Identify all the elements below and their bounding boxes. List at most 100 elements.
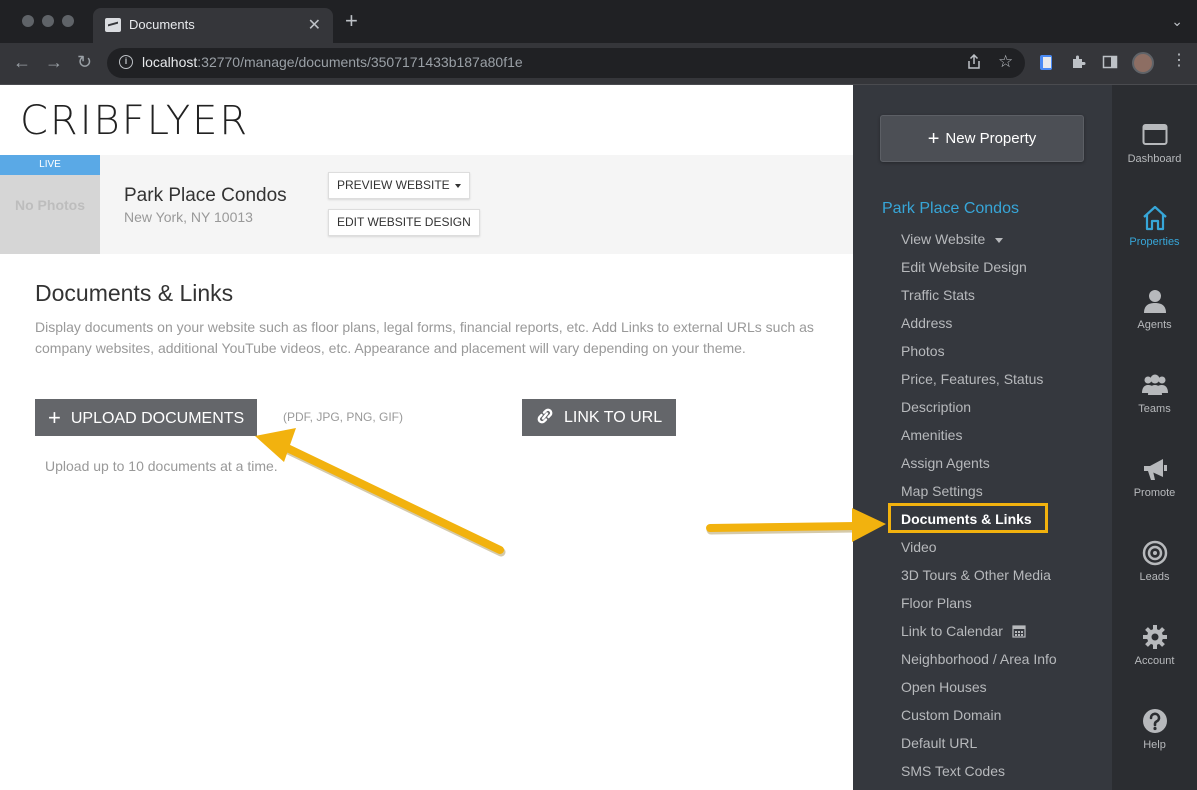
property-name: Park Place Condos [124, 185, 287, 207]
url-path: :32770/manage/documents/3507171433b187a8… [197, 54, 522, 70]
browser-chrome: Documents ✕ + ⌄ ← → ↻ i localhost:32770/… [0, 0, 1197, 85]
main-content: CRIBFLYER LIVE No Photos Park Place Cond… [0, 85, 853, 790]
sidebar-item-3d-tours[interactable]: 3D Tours & Other Media [901, 567, 1051, 583]
sidebar-item-amenities[interactable]: Amenities [901, 427, 962, 443]
sidebar-item-label: Link to Calendar [901, 623, 1003, 639]
sidebar-item-documents-links[interactable]: Documents & Links [901, 511, 1032, 527]
sidebar-item-label: View Website [901, 231, 985, 247]
edit-website-design-label: EDIT WEBSITE DESIGN [337, 215, 471, 229]
caret-down-icon [455, 184, 461, 188]
profile-avatar[interactable] [1132, 52, 1154, 74]
preview-website-label: PREVIEW WEBSITE [337, 178, 450, 192]
browser-menu-icon[interactable]: ⋮ [1171, 53, 1187, 69]
address-bar[interactable]: i localhost:32770/manage/documents/35071… [107, 48, 1025, 78]
rail-item-agents[interactable]: Agents [1112, 287, 1197, 331]
sidebar-item-edit-website-design[interactable]: Edit Website Design [901, 259, 1027, 275]
rail-item-promote[interactable]: Promote [1112, 455, 1197, 499]
sidebar-item-sms-text-codes[interactable]: SMS Text Codes [901, 763, 1005, 779]
house-icon [1141, 204, 1169, 232]
sidebar-item-view-website[interactable]: View Website [901, 231, 1003, 247]
new-property-label: New Property [945, 130, 1036, 147]
rail-item-leads[interactable]: Leads [1112, 539, 1197, 583]
no-photos-label: No Photos [0, 197, 100, 213]
property-sidebar: + New Property Park Place Condos View Web… [853, 85, 1112, 790]
file-types-hint: (PDF, JPG, PNG, GIF) [283, 410, 403, 424]
tab-search-icon[interactable]: ⌄ [1171, 13, 1183, 30]
sidebar-item-default-url[interactable]: Default URL [901, 735, 977, 751]
tab-title: Documents [129, 17, 195, 32]
rail-label: Account [1135, 655, 1175, 667]
caret-down-icon [995, 238, 1003, 243]
rail-label: Help [1143, 739, 1166, 751]
sidebar-item-price-features-status[interactable]: Price, Features, Status [901, 371, 1043, 387]
sidebar-item-floor-plans[interactable]: Floor Plans [901, 595, 972, 611]
sidebar-item-link-to-calendar[interactable]: Link to Calendar [901, 623, 1026, 639]
section-description: Display documents on your website such a… [35, 317, 825, 359]
edit-website-design-button[interactable]: EDIT WEBSITE DESIGN [328, 209, 480, 236]
upload-documents-label: UPLOAD DOCUMENTS [71, 410, 244, 427]
window-icon [1141, 121, 1169, 149]
rail-label: Teams [1138, 403, 1170, 415]
close-window-dot[interactable] [22, 15, 34, 27]
bookmark-star-icon[interactable]: ☆ [998, 52, 1013, 72]
site-logo[interactable]: CRIBFLYER [20, 98, 249, 144]
link-to-url-button[interactable]: LINK TO URL [522, 399, 676, 436]
browser-toolbar: ← → ↻ i localhost:32770/manage/documents… [0, 43, 1197, 85]
sidebar-property-name[interactable]: Park Place Condos [882, 200, 1019, 218]
minimize-window-dot[interactable] [42, 15, 54, 27]
sidebar-item-address[interactable]: Address [901, 315, 952, 331]
tab-close-icon[interactable]: ✕ [308, 15, 321, 35]
url-text[interactable]: localhost:32770/manage/documents/3507171… [142, 54, 523, 70]
calendar-icon [1012, 624, 1026, 638]
sidebar-item-assign-agents[interactable]: Assign Agents [901, 455, 990, 471]
people-icon [1141, 371, 1169, 399]
property-thumbnail[interactable]: LIVE No Photos [0, 155, 100, 254]
property-header: LIVE No Photos Park Place Condos New Yor… [0, 155, 853, 254]
rail-label: Dashboard [1128, 153, 1182, 165]
extension-doc-icon[interactable] [1039, 54, 1055, 70]
rail-item-properties[interactable]: Properties [1112, 204, 1197, 248]
url-host: localhost [142, 54, 197, 70]
new-property-button[interactable]: + New Property [880, 115, 1084, 162]
preview-website-button[interactable]: PREVIEW WEBSITE [328, 172, 470, 199]
upload-documents-button[interactable]: + UPLOAD DOCUMENTS [35, 399, 257, 436]
gear-icon [1141, 623, 1169, 651]
plus-icon: + [48, 405, 61, 430]
rail-item-teams[interactable]: Teams [1112, 371, 1197, 415]
sidebar-item-description[interactable]: Description [901, 399, 971, 415]
rail-item-account[interactable]: Account [1112, 623, 1197, 667]
rail-item-dashboard[interactable]: Dashboard [1112, 121, 1197, 165]
site-info-icon[interactable]: i [119, 55, 133, 69]
property-address: New York, NY 10013 [124, 209, 253, 225]
person-icon [1141, 287, 1169, 315]
reload-icon[interactable]: ↻ [77, 52, 92, 72]
sidebar-item-open-houses[interactable]: Open Houses [901, 679, 987, 695]
sidebar-item-video[interactable]: Video [901, 539, 937, 555]
maximize-window-dot[interactable] [62, 15, 74, 27]
rail-label: Properties [1129, 236, 1179, 248]
sidebar-item-map-settings[interactable]: Map Settings [901, 483, 983, 499]
favicon-icon [105, 18, 121, 32]
rail-label: Agents [1137, 319, 1171, 331]
extensions-puzzle-icon[interactable] [1070, 54, 1086, 70]
sidebar-item-photos[interactable]: Photos [901, 343, 945, 359]
new-tab-button[interactable]: + [345, 11, 358, 31]
plus-icon: + [928, 128, 940, 150]
sidebar-item-neighborhood[interactable]: Neighborhood / Area Info [901, 651, 1057, 667]
upload-limit-note: Upload up to 10 documents at a time. [45, 458, 278, 474]
rail-item-help[interactable]: Help [1112, 707, 1197, 751]
share-icon[interactable] [967, 54, 981, 74]
link-to-url-label: LINK TO URL [564, 409, 662, 426]
side-panel-icon[interactable] [1102, 54, 1118, 70]
sidebar-item-custom-domain[interactable]: Custom Domain [901, 707, 1001, 723]
sidebar-item-traffic-stats[interactable]: Traffic Stats [901, 287, 975, 303]
link-icon [534, 401, 556, 417]
rail-label: Leads [1140, 571, 1170, 583]
back-icon[interactable]: ← [13, 52, 31, 72]
browser-tab[interactable]: Documents ✕ [93, 8, 333, 43]
tab-bar: Documents ✕ + ⌄ [0, 0, 1197, 43]
help-icon [1141, 707, 1169, 735]
rail-label: Promote [1134, 487, 1176, 499]
megaphone-icon [1141, 455, 1169, 483]
forward-icon[interactable]: → [45, 52, 63, 72]
